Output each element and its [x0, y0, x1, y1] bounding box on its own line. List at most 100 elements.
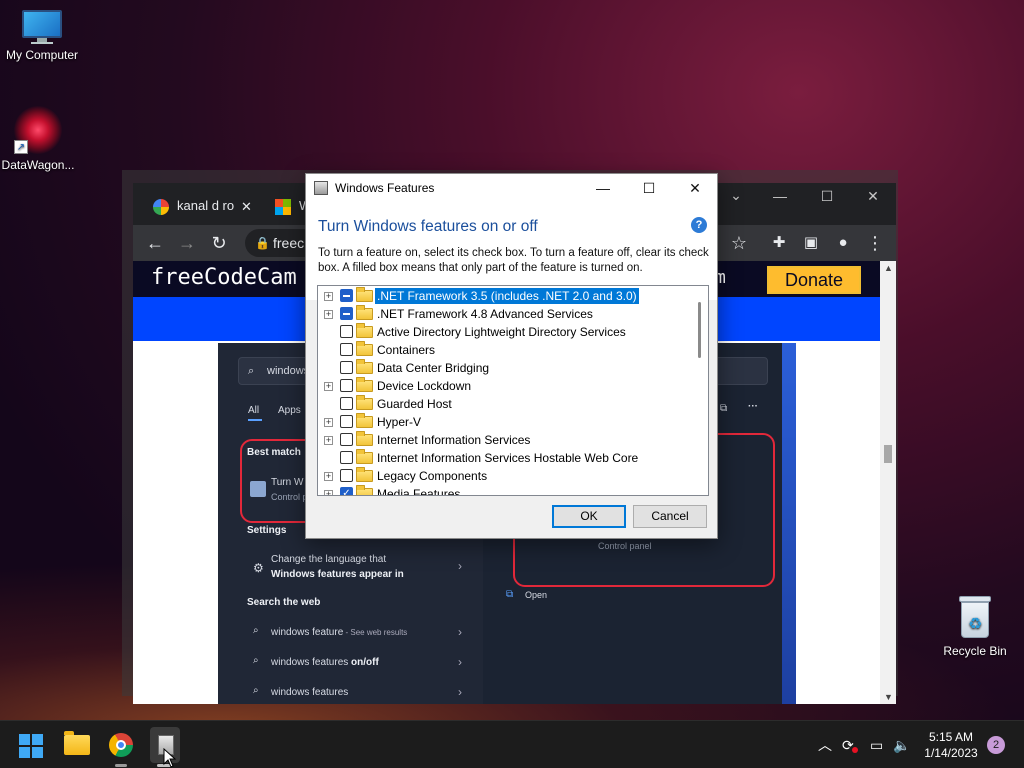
feature-row[interactable]: + .NET Framework 3.5 (includes .NET 2.0 a… — [318, 287, 693, 305]
tab-search-icon[interactable]: ⌄ — [713, 183, 759, 208]
chevron-right-icon: › — [458, 625, 462, 639]
notification-badge[interactable]: 2 — [987, 736, 1005, 754]
tab-close-icon[interactable]: ✕ — [241, 199, 252, 215]
minimize-button[interactable]: — — [757, 183, 803, 209]
donate-button[interactable]: Donate — [767, 266, 861, 294]
feature-checkbox[interactable] — [340, 325, 353, 338]
best-match-header: Best match — [247, 447, 301, 458]
maximize-button[interactable]: ☐ — [626, 174, 672, 202]
feature-label[interactable]: Active Directory Lightweight Directory S… — [375, 324, 628, 340]
taskbar: ︿ ⟳ ▭ 🔈 5:15 AM 1/14/2023 2 — [0, 720, 1024, 768]
search-icon: ⌕ — [253, 625, 259, 636]
start-button[interactable] — [19, 734, 43, 758]
expand-plus-icon[interactable]: + — [324, 382, 333, 391]
feature-checkbox[interactable]: ✓ — [340, 487, 353, 495]
feature-checkbox[interactable] — [340, 289, 353, 302]
feature-row[interactable]: + ✓ Media Features — [318, 485, 693, 495]
ok-button[interactable]: OK — [552, 505, 626, 528]
page-scrollbar[interactable]: ▲ ▼ — [880, 261, 896, 704]
scroll-down-icon[interactable]: ▼ — [884, 692, 893, 702]
desktop-icon-label: My Computer — [5, 48, 79, 62]
forward-arrow-icon[interactable]: → — [173, 229, 201, 257]
expand-plus-icon[interactable]: + — [324, 472, 333, 481]
chevron-up-icon[interactable]: ︿ — [818, 721, 832, 768]
feature-label[interactable]: .NET Framework 3.5 (includes .NET 2.0 an… — [374, 287, 640, 305]
feature-checkbox[interactable] — [340, 343, 353, 356]
site-logo[interactable]: freeCodeCam — [151, 265, 297, 290]
scroll-up-icon[interactable]: ▲ — [884, 263, 893, 702]
clock-date: 1/14/2023 — [924, 746, 978, 760]
tree-scroll-thumb[interactable] — [698, 302, 701, 358]
feature-label[interactable]: .NET Framework 4.8 Advanced Services — [375, 306, 595, 322]
features-tree[interactable]: + .NET Framework 3.5 (includes .NET 2.0 a… — [317, 285, 709, 496]
desktop-icon-my-computer[interactable]: My Computer — [0, 10, 84, 62]
feature-checkbox[interactable] — [340, 361, 353, 374]
feature-label[interactable]: Internet Information Services — [375, 432, 532, 448]
feature-checkbox[interactable] — [340, 397, 353, 410]
profile-icon[interactable]: ● — [829, 229, 857, 257]
close-button[interactable]: ✕ — [672, 174, 718, 202]
tree-scrollbar[interactable] — [691, 286, 708, 495]
file-explorer-icon[interactable] — [64, 731, 90, 755]
volume-icon[interactable]: 🔈 — [893, 721, 910, 768]
feature-checkbox[interactable] — [340, 469, 353, 482]
network-icon[interactable]: ▭ — [870, 721, 883, 768]
chevron-right-icon: › — [458, 559, 462, 573]
feature-label[interactable]: Guarded Host — [375, 396, 454, 412]
help-icon[interactable]: ? — [691, 217, 707, 233]
reload-icon[interactable]: ↻ — [205, 229, 233, 257]
recycle-bin-icon: ♻ — [957, 596, 993, 640]
open-link: Open — [525, 590, 548, 600]
minimize-button[interactable]: — — [580, 174, 626, 202]
folder-icon — [356, 395, 373, 410]
cancel-button[interactable]: Cancel — [633, 505, 707, 528]
feature-checkbox[interactable] — [340, 379, 353, 392]
feature-checkbox[interactable] — [340, 415, 353, 428]
feature-checkbox[interactable] — [340, 433, 353, 446]
maximize-button[interactable]: ☐ — [804, 183, 850, 209]
feature-row[interactable]: Data Center Bridging — [318, 359, 693, 377]
expand-plus-icon[interactable]: + — [324, 292, 333, 301]
feature-row[interactable]: + Device Lockdown — [318, 377, 693, 395]
feature-label[interactable]: Media Features — [375, 486, 462, 495]
feature-row[interactable]: + Internet Information Services — [318, 431, 693, 449]
feature-label[interactable]: Internet Information Services Hostable W… — [375, 450, 640, 466]
expand-plus-icon[interactable]: + — [324, 310, 333, 319]
expand-plus-icon[interactable]: + — [324, 436, 333, 445]
back-arrow-icon[interactable]: ← — [141, 229, 169, 257]
feature-row[interactable]: Guarded Host — [318, 395, 693, 413]
close-button[interactable]: ✕ — [850, 183, 896, 209]
extensions-icon[interactable]: ✚ — [765, 229, 793, 257]
control-panel-icon — [250, 481, 266, 497]
best-match-title: Turn W — [271, 477, 304, 488]
clock[interactable]: 5:15 AM 1/14/2023 — [916, 729, 986, 761]
feature-label[interactable]: Data Center Bridging — [375, 360, 491, 376]
chrome-icon[interactable] — [109, 733, 133, 757]
expand-plus-icon[interactable]: + — [324, 490, 333, 495]
bookmark-star-icon[interactable]: ☆ — [725, 229, 753, 257]
feature-row[interactable]: + Legacy Components — [318, 467, 693, 485]
menu-icon[interactable]: ⋮ — [861, 229, 889, 257]
sync-alert-icon[interactable]: ⟳ — [842, 721, 854, 768]
dialog-title-bar[interactable]: Windows Features — ☐ ✕ — [306, 174, 717, 202]
settings-item-line2: Windows features appear in — [271, 569, 404, 580]
feature-row[interactable]: Containers — [318, 341, 693, 359]
desktop-icon-recycle-bin[interactable]: ♻ Recycle Bin — [933, 596, 1017, 658]
feature-label[interactable]: Containers — [375, 342, 437, 358]
expand-plus-icon[interactable]: + — [324, 418, 333, 427]
side-panel-icon[interactable]: ▣ — [797, 229, 825, 257]
feature-row[interactable]: + Hyper-V — [318, 413, 693, 431]
feature-row[interactable]: + .NET Framework 4.8 Advanced Services — [318, 305, 693, 323]
settings-header: Settings — [247, 525, 287, 536]
feature-label[interactable]: Device Lockdown — [375, 378, 473, 394]
scroll-thumb[interactable] — [884, 445, 892, 463]
feature-row[interactable]: Internet Information Services Hostable W… — [318, 449, 693, 467]
feature-label[interactable]: Hyper-V — [375, 414, 423, 430]
desktop-icon-label: Recycle Bin — [943, 644, 1007, 658]
feature-checkbox[interactable] — [340, 307, 353, 320]
feature-row[interactable]: Active Directory Lightweight Directory S… — [318, 323, 693, 341]
folder-icon — [356, 377, 373, 392]
feature-checkbox[interactable] — [340, 451, 353, 464]
feature-label[interactable]: Legacy Components — [375, 468, 489, 484]
desktop-icon-datawagon[interactable]: ↗ DataWagon... — [0, 106, 80, 172]
